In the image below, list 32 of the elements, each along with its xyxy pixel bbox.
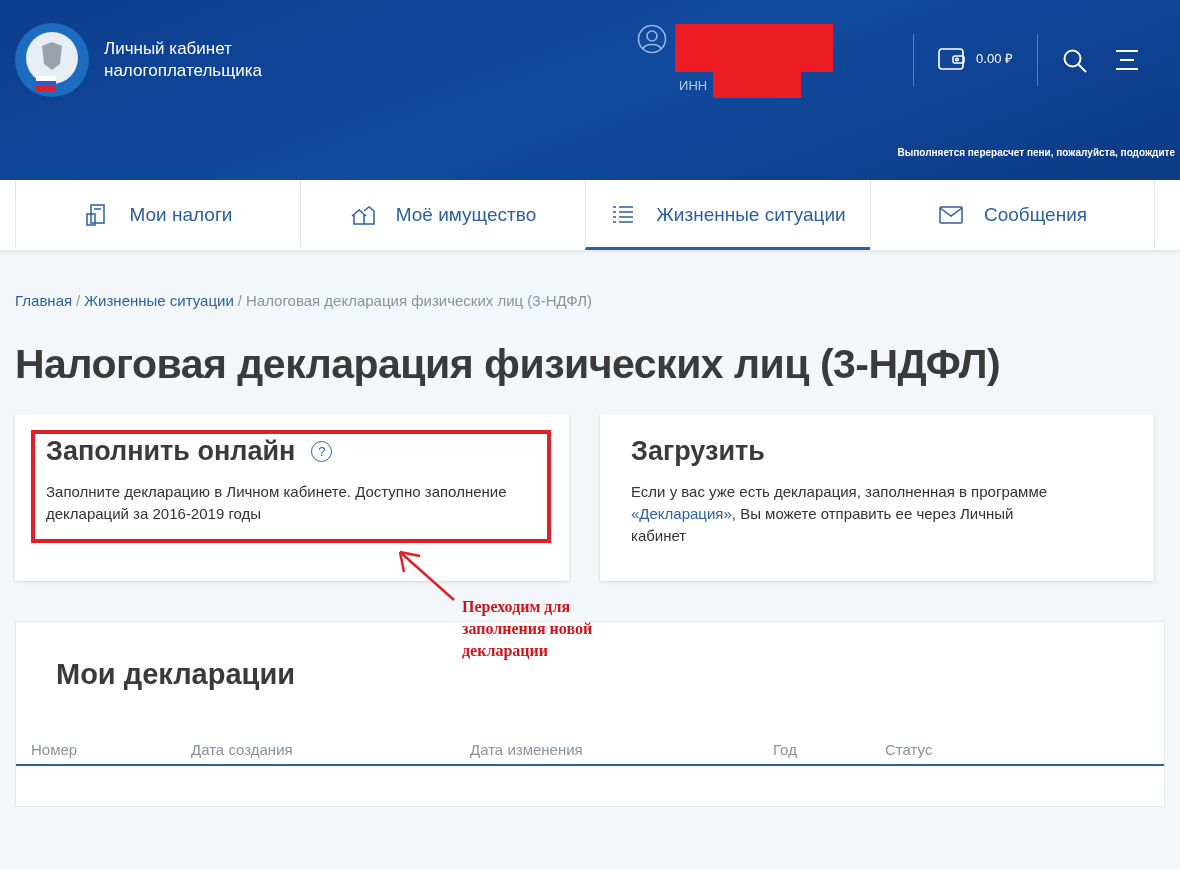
inn-label: ИНН bbox=[679, 78, 708, 93]
breadcrumb-separator: / bbox=[76, 292, 81, 309]
wallet-icon[interactable] bbox=[938, 46, 967, 70]
column-header: Год bbox=[773, 741, 798, 758]
card-description: Заполните декларацию в Личном кабинете. Доступно заполнение деклараций за 2016-2019 годы bbox=[46, 482, 508, 524]
breadcrumb-link[interactable]: Главная bbox=[15, 292, 73, 309]
annotation-note: Переходим для заполнения новой декларации bbox=[462, 597, 594, 662]
nav-tab[interactable]: Моё имущество bbox=[300, 180, 585, 250]
breadcrumb-link[interactable]: Жизненные ситуации bbox=[84, 292, 234, 309]
site-title: Личный кабинет bbox=[104, 38, 233, 60]
section-title: Мои декларации bbox=[56, 658, 297, 691]
declaration-link[interactable]: «Декларация» bbox=[631, 505, 732, 522]
card-title: Заполнить онлайн bbox=[46, 436, 296, 467]
breadcrumb-current-page: Налоговая декларация физических лиц (3-НДФЛ) bbox=[245, 292, 593, 309]
card-description: Если у вас уже есть декларация, заполненная в программе «Декларация», Вы можете отправить ее через Личный кабинет bbox=[631, 482, 1049, 546]
user-icon bbox=[637, 24, 668, 54]
nav-tab[interactable]: Жизненные ситуации bbox=[585, 180, 870, 250]
column-header: Дата изменения bbox=[470, 741, 584, 758]
nav-tab[interactable]: Сообщения bbox=[870, 180, 1155, 250]
breadcrumb-separator: / bbox=[237, 292, 242, 309]
search-button[interactable] bbox=[1062, 48, 1088, 74]
option-card[interactable]: Загрузить Если у вас уже есть декларация, заполненная в программе «Декларация», Вы можете отправить ее через Личный кабинет bbox=[600, 414, 1154, 581]
site-title: налогоплательщика bbox=[104, 60, 262, 82]
balance-amount: 0.00 ₽ bbox=[976, 50, 1013, 67]
column-header: Дата создания bbox=[191, 741, 294, 758]
option-card[interactable]: Заполнить онлайн ? Заполните декларацию в Личном кабинете. Доступно заполнение деклараций за 2016-2019 годы bbox=[15, 414, 569, 581]
column-header: Номер bbox=[31, 741, 79, 758]
page-title: Налоговая декларация физических лиц (3-НДФЛ) bbox=[15, 341, 1002, 388]
card-title: Загрузить bbox=[631, 436, 765, 467]
recalculation-notice: Выполняется перерасчет пени, пожалуйста, подождите bbox=[897, 147, 1176, 160]
column-header: Статус bbox=[885, 741, 934, 758]
nav-tab[interactable]: Мои налоги bbox=[15, 180, 300, 250]
